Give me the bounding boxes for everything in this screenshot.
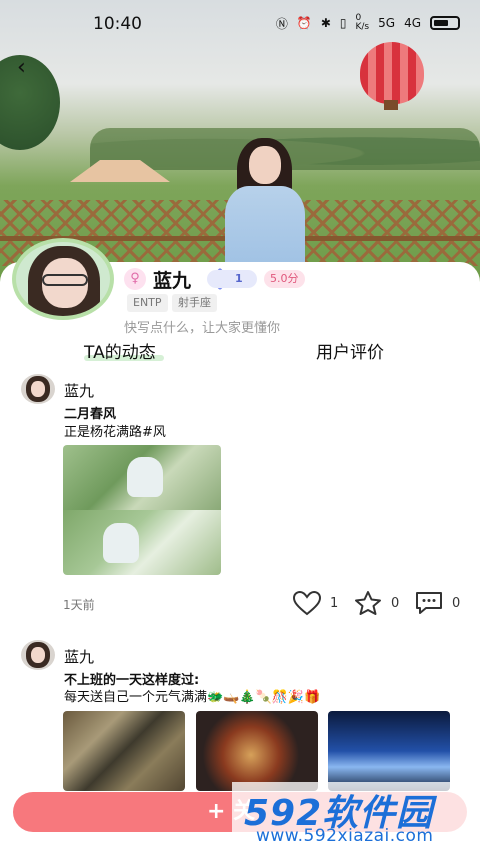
- bluetooth-icon: ✱: [320, 16, 331, 30]
- vibrate-icon: ▯: [339, 16, 347, 30]
- net-speed: 0 K/s: [355, 13, 370, 32]
- score-badge: 5.0分: [264, 270, 305, 288]
- status-bar: 10:40 Ⓝ ⏰ ✱ ▯ 0 K/s 5G 4G: [0, 0, 480, 50]
- post-text: 每天送自己一个元气满满🐲🛶🎄🍡🎊🎉🎁: [64, 690, 321, 705]
- watermark-url: www.592xiazai.com: [256, 826, 434, 846]
- post-image[interactable]: [328, 711, 450, 791]
- profile-bio[interactable]: 快写点什么，让大家更懂你: [124, 317, 280, 336]
- person-figure: [215, 138, 315, 281]
- balloon-basket-shape: [384, 100, 398, 110]
- tab-moments[interactable]: TA的动态: [84, 338, 156, 363]
- comment-button[interactable]: 0: [414, 590, 460, 616]
- hot-air-balloon-shape: [360, 42, 424, 104]
- battery-icon: [430, 16, 460, 30]
- comment-count: 0: [452, 595, 461, 611]
- like-count: 1: [330, 595, 339, 611]
- status-icons: Ⓝ ⏰ ✱ ▯ 0 K/s 5G 4G: [276, 14, 460, 32]
- post-text: 正是杨花满路#风: [64, 425, 166, 440]
- heart-icon: [292, 590, 322, 616]
- tent-shape: [70, 160, 170, 182]
- post-author-name[interactable]: 蓝九: [64, 380, 94, 401]
- back-icon[interactable]: ‹: [17, 55, 37, 81]
- like-button[interactable]: 1: [292, 590, 338, 616]
- post-author-avatar[interactable]: [21, 374, 55, 404]
- signal-5g: 5G: [378, 16, 396, 30]
- level-badge: 1: [207, 270, 257, 288]
- favorite-count: 0: [391, 595, 400, 611]
- tag-mbti: ENTP: [127, 294, 168, 312]
- post-time: 1天前: [63, 598, 95, 612]
- post-image[interactable]: [196, 711, 318, 791]
- post-title: 二月春风: [64, 407, 117, 422]
- favorite-button[interactable]: 0: [353, 590, 399, 616]
- star-icon: [355, 591, 381, 615]
- tag-zodiac: 射手座: [172, 294, 217, 312]
- comment-icon: [416, 592, 442, 614]
- person-figure: [103, 523, 139, 563]
- post-image[interactable]: [63, 445, 221, 575]
- avatar[interactable]: [12, 238, 114, 320]
- profile-nickname: 蓝九: [153, 270, 192, 292]
- post-author-avatar[interactable]: [21, 640, 55, 670]
- nfc-icon: Ⓝ: [275, 16, 288, 31]
- gender-female-icon: ♀: [124, 268, 146, 290]
- post-image[interactable]: [63, 711, 185, 791]
- status-time: 10:40: [93, 14, 142, 34]
- post-author-name[interactable]: 蓝九: [64, 646, 94, 667]
- tab-reviews[interactable]: 用户评价: [316, 338, 384, 363]
- signal-4g: 4G: [404, 16, 421, 30]
- person-figure: [127, 457, 163, 497]
- alarm-icon: ⏰: [296, 16, 312, 30]
